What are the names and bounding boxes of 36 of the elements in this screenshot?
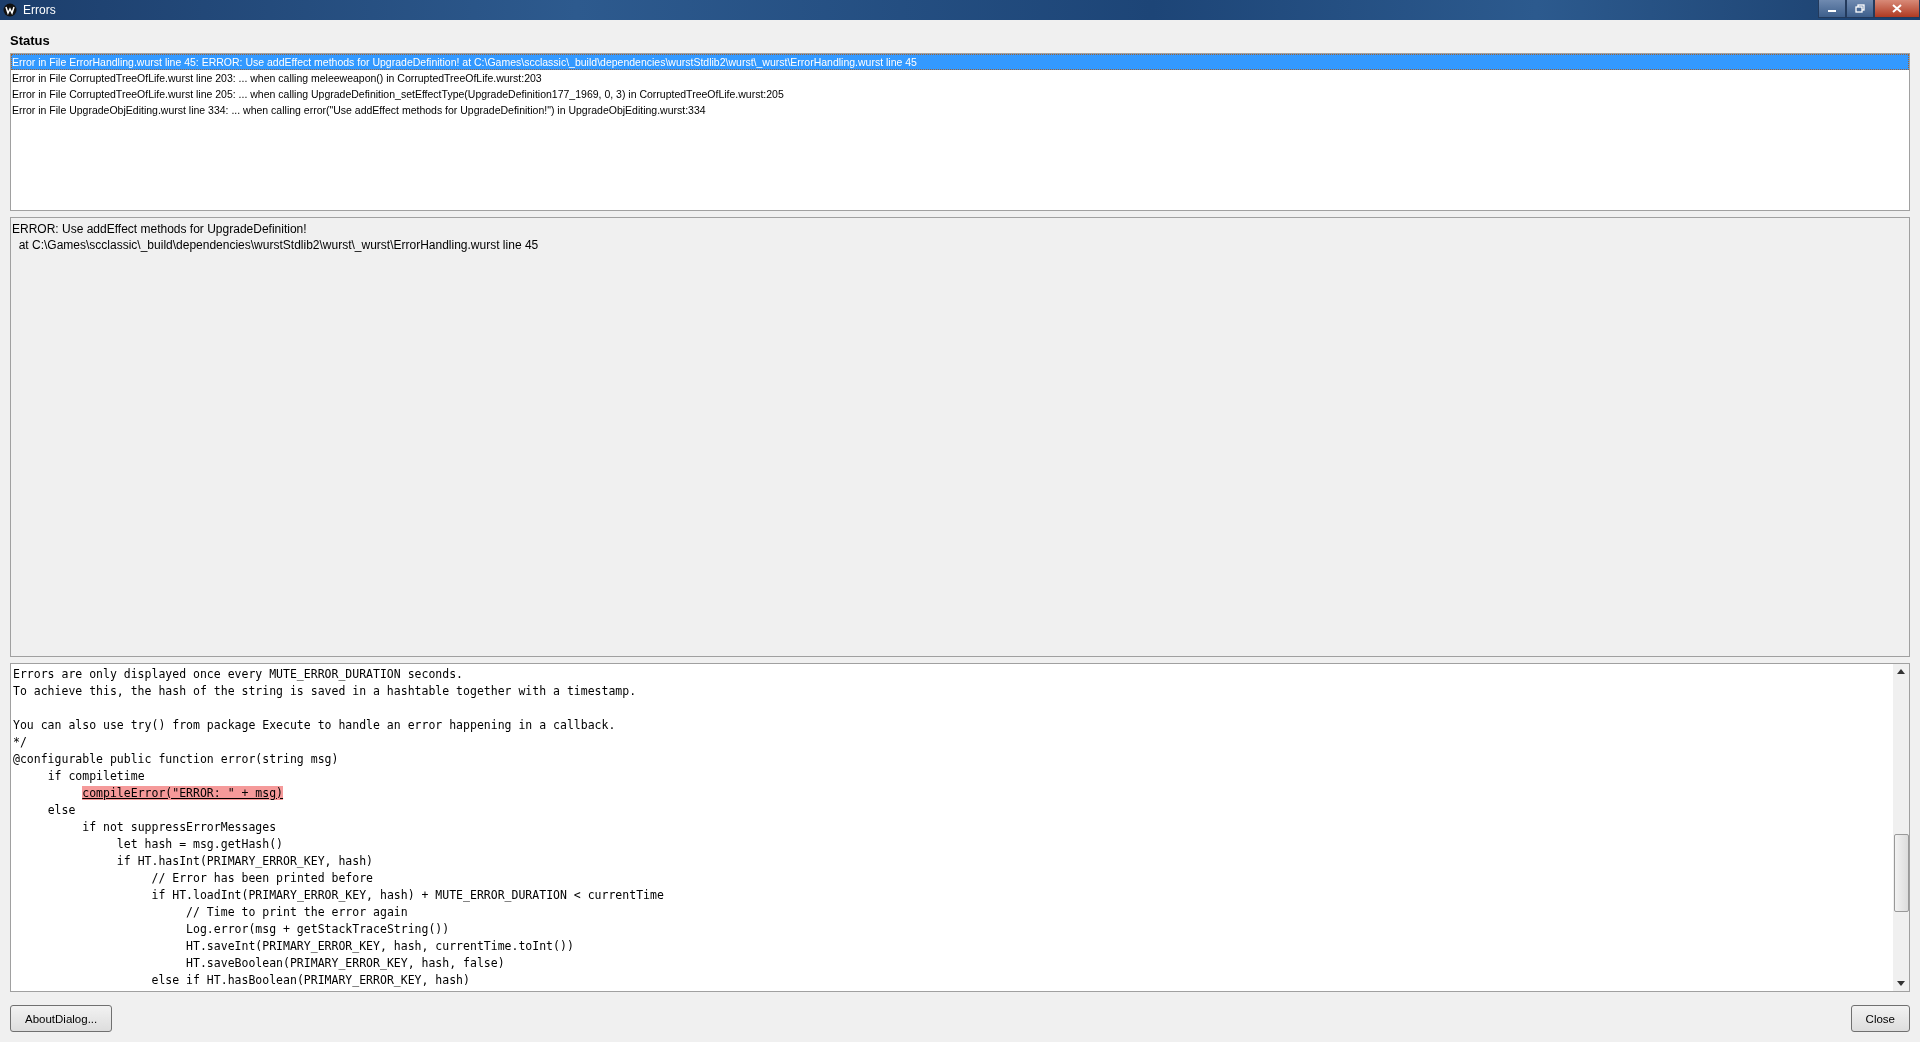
code-line: else	[47, 803, 76, 817]
restore-icon	[1855, 4, 1865, 13]
error-detail-text: ERROR: Use addEffect methods for UpgradeDefinition!	[12, 221, 308, 237]
about-dialog-button[interactable]: AboutDialog...	[10, 1005, 113, 1032]
code-line: @configurable public function error(string msg)	[13, 752, 339, 766]
close-button[interactable]	[1874, 0, 1920, 18]
error-list-item[interactable]: Error in File UpgradeObjEditing.wurst line 334: ... when calling error("Use addEffect methods for UpgradeDefinition!") in UpgradeObjEditing.wurst:334	[11, 102, 1909, 118]
minimize-button[interactable]	[1818, 0, 1846, 18]
code-line: Errors are only displayed once every MUTE_ERROR_DURATION seconds.	[13, 667, 464, 681]
code-line: // Time to print the error again	[186, 905, 408, 919]
code-line: Log.error(msg + getStackTraceString())	[186, 922, 450, 936]
scrollbar[interactable]	[1893, 664, 1909, 991]
code-line: else if HT.hasBoolean(PRIMARY_ERROR_KEY, hash)	[151, 973, 470, 987]
scroll-down-icon[interactable]	[1897, 981, 1905, 986]
code-line: if not suppressErrorMessages	[82, 820, 277, 834]
app-icon	[3, 3, 17, 17]
code-line: HT.saveBoolean(PRIMARY_ERROR_KEY, hash, false)	[186, 956, 505, 970]
code-line: if HT.loadInt(PRIMARY_ERROR_KEY, hash) + MUTE_ERROR_DURATION < currentTime	[151, 888, 664, 902]
error-list-item[interactable]: Error in File CorruptedTreeOfLife.wurst line 203: ... when calling meleeweapon() in CorruptedTreeOfLife.wurst:203	[11, 70, 1909, 86]
close-icon	[1892, 4, 1902, 13]
code-line: if HT.hasInt(PRIMARY_ERROR_KEY, hash)	[116, 854, 374, 868]
code-line: */	[13, 735, 27, 749]
code-line: let hash = msg.getHash()	[116, 837, 284, 851]
error-detail-text: at C:\Games\scclassic\_build\dependencies\wurstStdlib2\wurst\_wurst\ErrorHandling.wurst line 45	[17, 237, 540, 253]
close-dialog-button[interactable]: Close	[1850, 1005, 1910, 1032]
code-line: HT.saveInt(PRIMARY_ERROR_KEY, hash, currentTime.toInt())	[186, 939, 574, 953]
restore-button[interactable]	[1846, 0, 1874, 18]
scrollbar-thumb[interactable]	[1894, 834, 1909, 912]
code-line: To achieve this, the hash of the string is saved in a hashtable together with a timestamp.	[13, 684, 637, 698]
scroll-up-icon[interactable]	[1897, 669, 1905, 674]
code-line: if compiletime	[47, 769, 145, 783]
window-title: Errors	[23, 3, 56, 17]
error-list-item[interactable]: Error in File CorruptedTreeOfLife.wurst line 205: ... when calling UpgradeDefinition_setEffectType(UpgradeDefinition177_1969, 0, 3) in CorruptedTreeOfLife.wurst:205	[11, 86, 1909, 102]
code-line: // Error has been printed before	[151, 871, 374, 885]
code-line: You can also use try() from package Execute to handle an error happening in a callback.	[13, 718, 616, 732]
status-label: Status	[10, 32, 51, 50]
